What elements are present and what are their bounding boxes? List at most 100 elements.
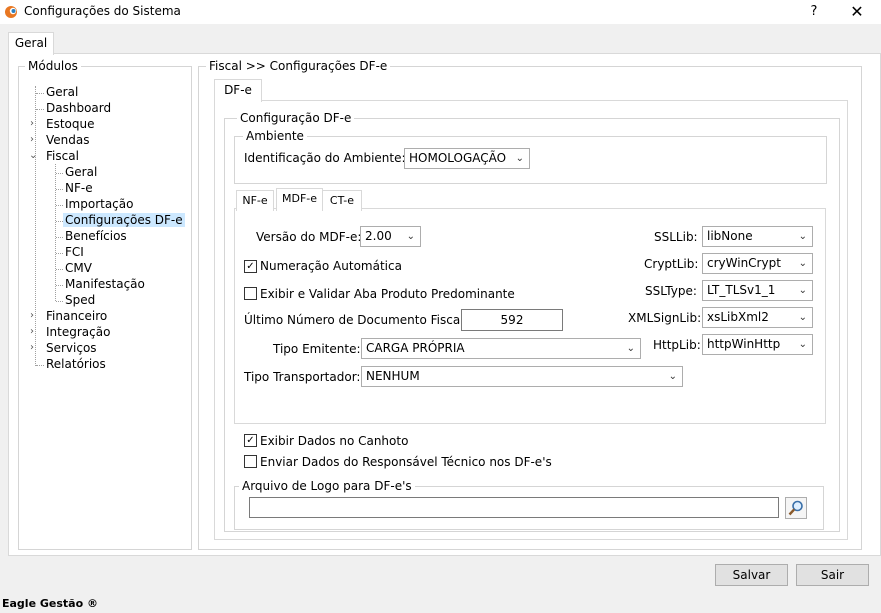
close-button[interactable]: ✕ [846,2,868,22]
chevron-down-icon: ⌄ [798,231,807,242]
tree-line [56,285,63,286]
chevron-down-icon: ⌄ [406,231,415,242]
save-button[interactable]: Salvar [715,564,788,586]
numeracao-label: Numeração Automática [260,259,402,273]
httplib-value: httpWinHttp [707,337,781,351]
config-dfe-legend: Configuração DF-e [237,111,355,125]
modules-legend: Módulos [25,59,81,73]
tree-item-relatorios[interactable]: Relatórios [46,357,106,371]
tree-item-integracao[interactable]: Integração [46,325,110,339]
tree-line [56,269,63,270]
cryptlib-value: cryWinCrypt [707,256,781,270]
tree-item-fci[interactable]: FCI [65,245,84,259]
logo-legend: Arquivo de Logo para DF-e's [239,479,415,493]
tipo-transportador-label: Tipo Transportador: [244,370,361,384]
tree-item-importacao[interactable]: Importação [65,197,133,211]
tab-geral[interactable]: Geral [8,32,54,55]
xmlsignlib-label: XMLSignLib: [628,311,702,325]
tree-line [55,164,56,301]
cryptlib-select[interactable]: cryWinCrypt ⌄ [702,253,813,274]
ssllib-label: SSLLib: [654,230,698,244]
tree-line [56,221,63,222]
chevron-right-icon[interactable]: › [30,342,34,353]
ssltype-select[interactable]: LT_TLSv1_1 ⌄ [702,280,813,301]
tipo-transportador-select[interactable]: NENHUM ⌄ [361,366,683,387]
search-logo-button[interactable] [785,497,807,519]
tree-line [56,173,63,174]
modules-group [18,66,192,550]
ultimo-numero-input[interactable]: 592 [461,309,563,331]
tree-item-fiscal-geral[interactable]: Geral [65,165,97,179]
tree-item-nfe[interactable]: NF-e [65,181,93,195]
httplib-select[interactable]: httpWinHttp ⌄ [702,334,813,355]
tipo-emitente-label: Tipo Emitente: [273,342,361,356]
tab-mdfe[interactable]: MDF-e [276,188,323,211]
tree-item-configuracoes-dfe[interactable]: Configurações DF-e [63,213,185,227]
tree-line [35,86,36,366]
tipo-transportador-value: NENHUM [366,369,420,383]
versao-label: Versão do MDF-e: [256,230,362,244]
tab-cte[interactable]: CT-e [322,190,362,211]
magnifier-icon [788,500,803,516]
tree-item-manifestacao[interactable]: Manifestação [65,277,145,291]
exibir-canhoto-checkbox[interactable]: ✓ [244,434,257,447]
tree-item-fiscal[interactable]: Fiscal [46,149,79,163]
tree-line [56,189,63,190]
chevron-down-icon: ⌄ [798,258,807,269]
app-logo-icon [5,5,19,19]
breadcrumb: Fiscal >> Configurações DF-e [206,59,391,73]
chevron-down-icon[interactable]: ⌄ [29,150,37,161]
chevron-down-icon: ⌄ [798,339,807,350]
tree-item-financeiro[interactable]: Financeiro [46,309,107,323]
exibir-aba-checkbox[interactable] [244,287,257,300]
tree-item-dashboard[interactable]: Dashboard [46,101,111,115]
cryptlib-label: CryptLib: [644,257,699,271]
tree-line [36,93,44,94]
tree-item-beneficios[interactable]: Benefícios [65,229,127,243]
tipo-emitente-select[interactable]: CARGA PRÓPRIA ⌄ [361,338,641,359]
tree-line [56,205,63,206]
versao-select[interactable]: 2.00 ⌄ [360,226,421,247]
exibir-aba-label: Exibir e Validar Aba Produto Predominant… [260,287,515,301]
tree-item-servicos[interactable]: Serviços [46,341,97,355]
ambiente-select[interactable]: HOMOLOGAÇÃO ⌄ [404,148,530,169]
chevron-down-icon: ⌄ [515,153,524,164]
numeracao-checkbox[interactable]: ✓ [244,260,257,273]
exibir-canhoto-label: Exibir Dados no Canhoto [260,434,409,448]
enviar-resp-label: Enviar Dados do Responsável Técnico nos … [260,455,552,469]
tree-line [56,301,63,302]
tree-item-estoque[interactable]: Estoque [46,117,95,131]
help-button[interactable]: ? [804,2,824,22]
chevron-right-icon[interactable]: › [30,134,34,145]
tree-item-cmv[interactable]: CMV [65,261,92,275]
tree-item-sped[interactable]: Sped [65,293,95,307]
versao-value: 2.00 [365,229,392,243]
ssllib-select[interactable]: libNone ⌄ [702,226,813,247]
tree-line [56,237,63,238]
chevron-down-icon: ⌄ [626,343,635,354]
chevron-down-icon: ⌄ [798,285,807,296]
exit-button[interactable]: Sair [796,564,869,586]
tree-item-geral[interactable]: Geral [46,85,78,99]
window-title: Configurações do Sistema [24,4,181,18]
ambiente-label: Identificação do Ambiente: [244,151,406,165]
xmlsignlib-select[interactable]: xsLibXml2 ⌄ [702,307,813,328]
status-bar: Eagle Gestão ® [0,596,881,613]
chevron-right-icon[interactable]: › [30,326,34,337]
ssltype-label: SSLType: [645,284,697,298]
chevron-right-icon[interactable]: › [30,118,34,129]
ultimo-numero-label: Último Número de Documento Fiscal: [244,313,468,327]
status-text: Eagle Gestão ® [2,597,98,610]
chevron-right-icon[interactable]: › [30,310,34,321]
enviar-resp-checkbox[interactable] [244,455,257,468]
tipo-emitente-value: CARGA PRÓPRIA [366,341,465,355]
httplib-label: HttpLib: [653,338,701,352]
ambiente-value: HOMOLOGAÇÃO [409,151,507,165]
ambiente-legend: Ambiente [243,129,307,143]
tree-line [36,109,44,110]
tab-nfe[interactable]: NF-e [236,190,274,211]
logo-path-input[interactable] [249,497,779,518]
tree-item-vendas[interactable]: Vendas [46,133,90,147]
tab-dfe[interactable]: DF-e [214,79,262,102]
chevron-down-icon: ⌄ [668,371,677,382]
